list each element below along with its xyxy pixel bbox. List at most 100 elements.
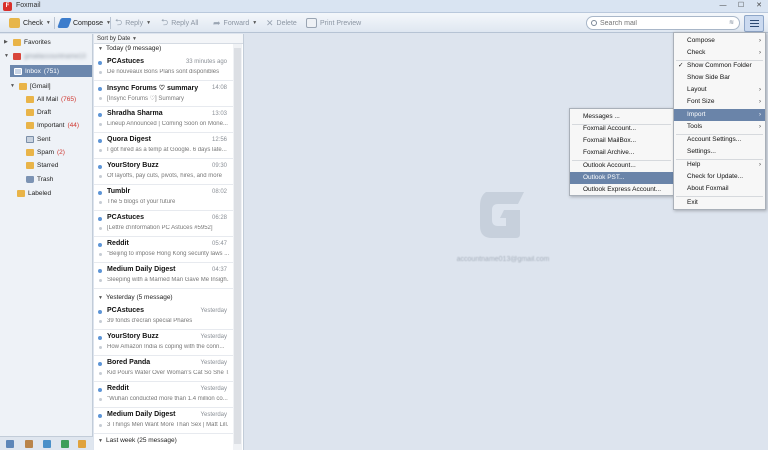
list-item[interactable]: Tumblr 08:02 The 5 blogs of your future bbox=[94, 185, 233, 211]
filter-icon[interactable]: ≋ bbox=[727, 19, 736, 28]
sidebar-item-spam[interactable]: Spam (2) bbox=[26, 146, 65, 158]
list-item[interactable]: Quora Digest 12:56 I got hired as a temp a… bbox=[94, 133, 233, 159]
maximize-icon[interactable]: ☐ bbox=[734, 1, 748, 11]
calendar-icon[interactable] bbox=[43, 440, 51, 448]
check-label: Check bbox=[23, 19, 43, 27]
close-icon[interactable]: ✕ bbox=[752, 1, 766, 11]
compose-button[interactable]: Compose ▼ bbox=[57, 16, 111, 30]
list-item[interactable]: PCAstuces Yesterday 39 fonds d'écran spéci… bbox=[94, 304, 233, 330]
list-item[interactable]: PCAstuces 33 minutes ago De nouveaux Bons … bbox=[94, 55, 233, 81]
list-item[interactable]: YourStory Buzz 09:30 Of layoffs, pay cuts,… bbox=[94, 159, 233, 185]
sidebar-item-sent[interactable]: Sent bbox=[26, 133, 50, 145]
menu-item-tools[interactable]: Tools › bbox=[674, 121, 765, 133]
delete-label: Delete bbox=[276, 19, 297, 27]
sort-by-date[interactable]: Sort by Date ▼ bbox=[94, 34, 243, 44]
folder-icon bbox=[26, 121, 34, 129]
list-item[interactable]: Shradha Sharma 13:03 Lineup Announced | Co… bbox=[94, 107, 233, 133]
collapse-icon[interactable]: ▼ bbox=[98, 293, 104, 303]
mail-preview: Kid Pours Water Over Woman's Cat So She … bbox=[107, 370, 229, 376]
menu-item-account-settings[interactable]: Account Settings... bbox=[674, 134, 765, 146]
menu-item-check[interactable]: Check › bbox=[674, 47, 765, 59]
sidebar-item-all-mail[interactable]: All Mail (765) bbox=[26, 93, 76, 105]
sidebar-item-gmail[interactable]: ▼ [Gmail] bbox=[10, 80, 51, 92]
menu-item-foxmail-archive[interactable]: Foxmail Archive... bbox=[570, 147, 673, 159]
list-item[interactable]: YourStory Buzz Yesterday How Amazon India … bbox=[94, 330, 233, 356]
search-box[interactable]: ≋ bbox=[586, 16, 740, 30]
expand-icon[interactable]: ▶ bbox=[4, 39, 10, 45]
unread-dot-icon bbox=[98, 113, 102, 117]
collapse-icon[interactable]: ▼ bbox=[98, 44, 104, 54]
main-menu-button[interactable] bbox=[744, 15, 764, 32]
mail-sender: PCAstuces bbox=[107, 58, 144, 65]
menu-item-show-common-folder[interactable]: ✓ Show Common Folder bbox=[674, 60, 765, 72]
menu-item-foxmail-account[interactable]: Foxmail Account... bbox=[570, 123, 673, 135]
chevron-down-icon[interactable]: ▼ bbox=[252, 20, 257, 26]
unread-count: (765) bbox=[60, 95, 77, 103]
mail-icon[interactable] bbox=[6, 440, 14, 448]
print-preview-button[interactable]: Print Preview bbox=[306, 16, 361, 30]
list-item[interactable]: Insync Forums ♡ summary 14:08 [Insync Foru… bbox=[94, 81, 233, 107]
list-item[interactable]: Bored Panda Yesterday Kid Pours Water Over… bbox=[94, 356, 233, 382]
feeds-icon[interactable] bbox=[78, 440, 86, 448]
sidebar-item-inbox[interactable]: Inbox (751) bbox=[10, 65, 92, 77]
status-dot-icon bbox=[98, 149, 102, 152]
list-item[interactable]: Reddit Yesterday "Wuhan conducted more tha… bbox=[94, 382, 233, 408]
collapse-icon[interactable]: ▼ bbox=[10, 83, 16, 89]
collapse-icon[interactable]: ▼ bbox=[98, 436, 104, 446]
chevron-down-icon[interactable]: ▼ bbox=[146, 20, 151, 26]
menu-item-outlook-express-account[interactable]: Outlook Express Account... bbox=[570, 184, 673, 196]
group-header-yesterday[interactable]: ▼ Yesterday (5 message) bbox=[94, 293, 243, 303]
menu-item-about[interactable]: About Foxmail bbox=[674, 183, 765, 195]
menu-item-label: Foxmail MailBox... bbox=[583, 137, 637, 144]
folder-sidebar: ▶ Favorites ▼ gmailaccountname13 Inbox (… bbox=[0, 34, 93, 450]
notes-icon[interactable] bbox=[61, 440, 69, 448]
sidebar-item-favorites[interactable]: ▶ Favorites bbox=[4, 36, 51, 48]
toolbar: Check ▼ Compose ▼ ⮌ Reply ▼ ⮌ Reply All … bbox=[0, 13, 768, 33]
list-item[interactable]: PCAstuces 06:28 [Lettre d'information PC A… bbox=[94, 211, 233, 237]
menu-item-show-side-bar[interactable]: Show Side Bar bbox=[674, 72, 765, 84]
sidebar-item-draft[interactable]: Draft bbox=[26, 106, 51, 118]
menu-item-check-for-update[interactable]: Check for Update... bbox=[674, 171, 765, 183]
menu-item-settings[interactable]: Settings... bbox=[674, 146, 765, 158]
collapse-icon[interactable]: ▼ bbox=[4, 53, 10, 59]
menu-item-layout[interactable]: Layout › bbox=[674, 84, 765, 96]
menu-item-compose[interactable]: Compose › bbox=[674, 35, 765, 47]
minimize-icon[interactable]: — bbox=[716, 1, 730, 11]
list-item[interactable]: Medium Daily Digest 04:37 Sleeping with a … bbox=[94, 263, 233, 289]
menu-item-label: Settings... bbox=[687, 148, 716, 155]
reply-all-button[interactable]: ⮌ Reply All bbox=[161, 16, 198, 30]
menu-item-label: Messages ... bbox=[583, 113, 620, 120]
sidebar-item-account[interactable]: ▼ gmailaccountname13 bbox=[4, 50, 86, 62]
scrollbar-thumb[interactable] bbox=[234, 48, 241, 444]
menu-item-help[interactable]: Help › bbox=[674, 159, 765, 171]
sidebar-item-labeled[interactable]: Labeled bbox=[17, 187, 51, 199]
chevron-down-icon[interactable]: ▼ bbox=[46, 20, 51, 26]
group-header-today[interactable]: ▼ Today (9 message) bbox=[94, 44, 243, 54]
sidebar-item-important[interactable]: Important (44) bbox=[26, 119, 79, 131]
menu-item-font-size[interactable]: Font Size › bbox=[674, 96, 765, 108]
mail-preview: Lineup Announced | Coming Soon on Mone..… bbox=[107, 121, 228, 127]
menu-item-outlook-account[interactable]: Outlook Account... bbox=[570, 160, 673, 172]
list-item[interactable]: Reddit 05:47 "Beijing to impose Hong Kong … bbox=[94, 237, 233, 263]
contacts-icon[interactable] bbox=[25, 440, 33, 448]
menu-item-import-messages[interactable]: Messages ... bbox=[570, 111, 673, 123]
menu-item-foxmail-mailbox[interactable]: Foxmail MailBox... bbox=[570, 135, 673, 147]
list-item[interactable]: Medium Daily Digest Yesterday 3 Things Men… bbox=[94, 408, 233, 434]
mail-list-scrollbar[interactable] bbox=[233, 44, 242, 450]
search-input[interactable] bbox=[600, 18, 720, 29]
chevron-down-icon[interactable]: ▼ bbox=[132, 36, 137, 42]
delete-button[interactable]: ✕ Delete bbox=[266, 16, 297, 30]
menu-item-import[interactable]: Import › bbox=[674, 109, 765, 121]
mail-preview: "Beijing to impose Hong Kong security la… bbox=[107, 251, 229, 257]
sidebar-item-starred[interactable]: Starred bbox=[26, 159, 58, 171]
menu-item-exit[interactable]: Exit bbox=[674, 197, 765, 209]
menu-item-outlook-pst[interactable]: Outlook PST... bbox=[570, 172, 673, 184]
mail-time: 33 minutes ago bbox=[185, 59, 227, 65]
check-button[interactable]: Check ▼ bbox=[9, 16, 51, 30]
group-header-last-week[interactable]: ▼ Last week (25 message) bbox=[94, 436, 243, 446]
menu-item-label: Show Side Bar bbox=[687, 74, 730, 81]
folder-icon bbox=[26, 161, 34, 169]
reply-button[interactable]: ⮌ Reply ▼ bbox=[115, 16, 151, 30]
forward-button[interactable]: ➦ Forward ▼ bbox=[213, 16, 257, 30]
sidebar-item-trash[interactable]: Trash bbox=[26, 173, 53, 185]
